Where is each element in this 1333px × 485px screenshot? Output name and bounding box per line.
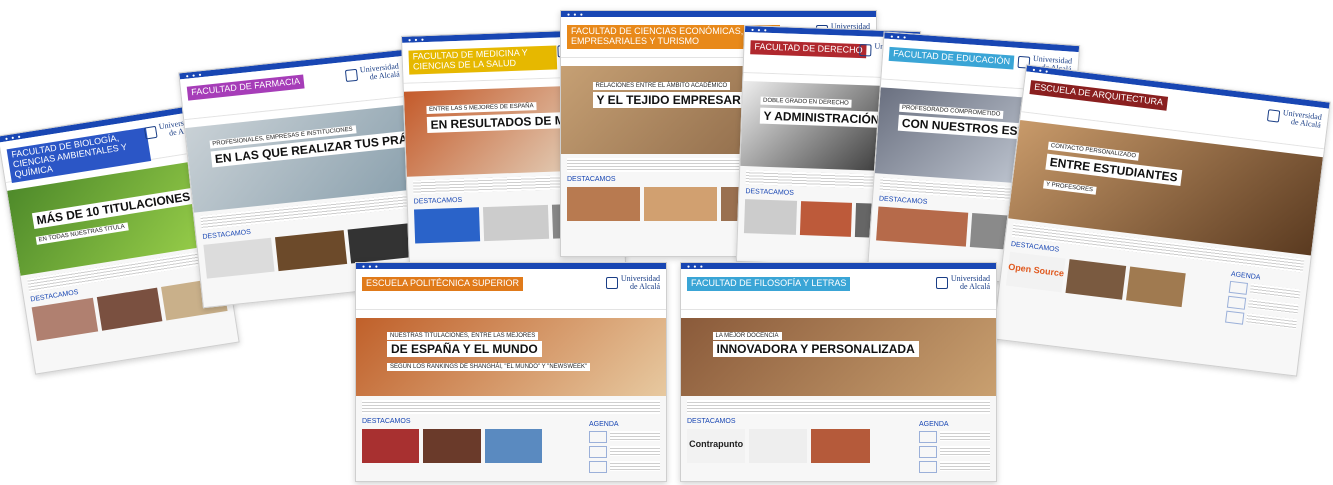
featured-thumbnail[interactable] — [567, 187, 640, 221]
featured-thumbnail[interactable] — [423, 429, 481, 463]
agenda-item[interactable] — [919, 446, 990, 458]
agenda-panel: Agenda — [919, 421, 990, 473]
agenda-text — [1249, 283, 1301, 300]
hero-kicker: La mejor docencia — [712, 332, 782, 341]
hero-subline: y profesores — [1042, 180, 1097, 196]
university-seal-icon — [344, 69, 359, 83]
faculty-page-filosofia[interactable]: ● ● ● Facultad de Filosofía y Letras Unive… — [680, 262, 997, 482]
featured-thumbnail[interactable] — [799, 201, 853, 237]
agenda-date-icon — [919, 461, 937, 473]
featured-thumbnail[interactable] — [643, 187, 717, 221]
agenda-panel: Agenda — [589, 421, 660, 473]
site-header: Escuela Politécnica Superior Universidad d… — [356, 269, 666, 309]
hero-headline: innovadora y personalizada — [712, 341, 919, 358]
faculty-page-politecnica[interactable]: ● ● ● Escuela Politécnica Superior Univers… — [355, 262, 667, 482]
university-seal-icon — [859, 44, 872, 57]
agenda-panel: Agenda — [1225, 271, 1302, 331]
hero-banner[interactable]: Nuestras titulaciones, entre las mejores… — [356, 318, 666, 396]
university-seal-icon — [605, 277, 618, 290]
hero-headline: Más de 10 titulaciones — [31, 187, 196, 229]
agenda-text — [1246, 313, 1297, 330]
agenda-text — [610, 431, 660, 441]
agenda-item[interactable] — [589, 446, 660, 458]
hero-banner[interactable]: La mejor docencia innovadora y personaliz… — [681, 318, 996, 396]
agenda-text — [610, 461, 660, 471]
featured-thumbnail[interactable] — [1065, 259, 1126, 300]
faculty-title[interactable]: Facultad de Farmacia — [186, 74, 305, 101]
nav-menu[interactable] — [681, 309, 996, 318]
thumb-caption: Open Source — [1007, 261, 1065, 279]
hero-kicker: Nuestras titulaciones, entre las mejores — [387, 332, 539, 341]
featured-thumbnail[interactable] — [96, 287, 163, 331]
faculty-title[interactable]: Facultad de Educación — [888, 46, 1015, 70]
hero-headline: y el tejido empresarial — [592, 92, 765, 109]
featured-thumbnail[interactable] — [811, 429, 870, 463]
agenda-text — [610, 446, 660, 456]
agenda-heading: Agenda — [589, 421, 619, 428]
nav-menu[interactable] — [356, 309, 666, 318]
university-seal-icon — [1266, 109, 1281, 123]
university-seal-icon — [143, 126, 158, 140]
featured-thumbnail[interactable] — [749, 429, 808, 463]
agenda-item[interactable] — [589, 461, 660, 473]
hero-headline: entre estudiantes — [1044, 153, 1183, 186]
agenda-date-icon — [1226, 295, 1247, 310]
hero-kicker: Relaciones entre el ámbito académico — [592, 81, 731, 90]
intro-text — [362, 400, 660, 414]
logo-line-2: de Alcalá — [369, 69, 401, 82]
university-logo[interactable]: Universidadde Alcalá — [605, 274, 660, 292]
agenda-date-icon — [589, 446, 607, 458]
featured-thumbnail[interactable]: Contrapunto — [687, 429, 746, 463]
agenda-date-icon — [1228, 280, 1249, 295]
featured-thumbnail[interactable] — [876, 206, 968, 247]
agenda-text — [940, 461, 990, 471]
university-logo[interactable]: Universidadde Alcalá — [1266, 107, 1322, 130]
intro-text — [687, 400, 990, 414]
logo-line-2: de Alcalá — [630, 282, 660, 292]
featured-thumbnails — [362, 429, 542, 463]
site-header: Facultad de Filosofía y Letras Universida… — [681, 269, 996, 309]
faculty-title[interactable]: Facultad de Medicina y Ciencias de la Sa… — [408, 45, 557, 75]
agenda-date-icon — [589, 431, 607, 443]
featured-thumbnail[interactable] — [1125, 266, 1186, 308]
featured-thumbnail[interactable] — [413, 207, 481, 244]
featured-thumbnail[interactable] — [743, 199, 797, 235]
featured-thumbnail[interactable] — [203, 237, 275, 279]
agenda-heading: Agenda — [919, 421, 949, 428]
faculty-title[interactable]: Facultad de Derecho — [750, 40, 867, 59]
featured-thumbnail[interactable] — [484, 429, 542, 463]
agenda-text — [940, 446, 990, 456]
hero-headline: de España y el mundo — [387, 341, 542, 358]
featured-thumbnail[interactable] — [31, 297, 98, 342]
agenda-item[interactable] — [919, 461, 990, 473]
university-logo[interactable]: Universidadde Alcalá — [344, 61, 401, 84]
logo-line-2: de Alcalá — [960, 282, 990, 292]
university-seal-icon — [935, 277, 948, 290]
agenda-text — [940, 431, 990, 441]
agenda-text — [1247, 298, 1299, 315]
agenda-item[interactable] — [589, 431, 660, 443]
agenda-date-icon — [919, 431, 937, 443]
featured-thumbnail[interactable] — [482, 204, 550, 242]
hero-subline: según los rankings de Shanghái, "el mund… — [387, 363, 591, 372]
faculty-page-arquitectura[interactable]: ● ● ● Escuela de Arquitectura Universidad d… — [992, 64, 1331, 377]
thumb-caption: Contrapunto — [689, 439, 744, 449]
featured-thumbnails: Contrapunto — [687, 429, 870, 463]
agenda-date-icon — [919, 446, 937, 458]
university-logo[interactable]: Universidadde Alcalá — [935, 274, 990, 292]
featured-thumbnail[interactable]: Open Source — [1005, 251, 1066, 293]
faculty-title[interactable]: Escuela Politécnica Superior — [362, 277, 524, 291]
hero-kicker: Doble grado en Derecho — [759, 96, 852, 109]
agenda-date-icon — [1225, 310, 1245, 325]
featured-thumbnail[interactable] — [275, 230, 347, 272]
featured-thumbnail[interactable] — [362, 429, 420, 463]
faculty-title[interactable]: Facultad de Filosofía y Letras — [687, 277, 851, 291]
agenda-item[interactable] — [919, 431, 990, 443]
agenda-date-icon — [589, 461, 607, 473]
